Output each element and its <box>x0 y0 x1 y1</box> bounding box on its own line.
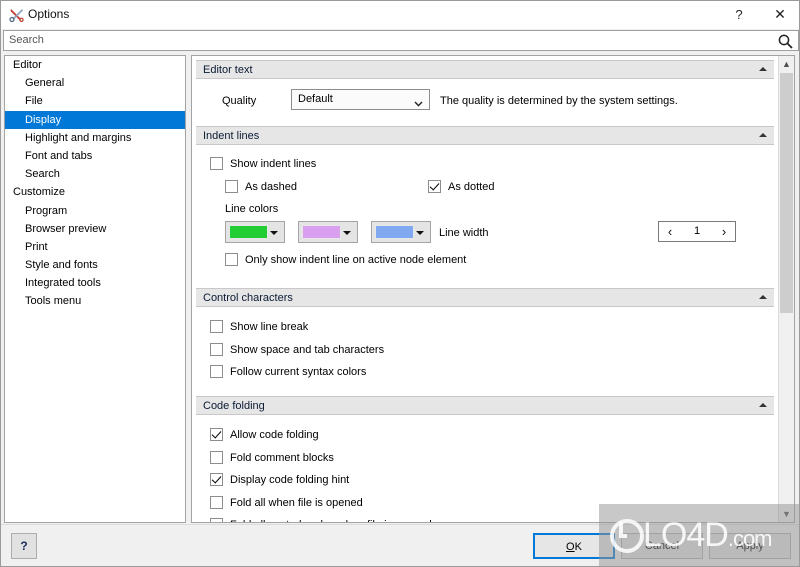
chevron-down-icon[interactable] <box>270 231 278 235</box>
tools-wrench-screwdriver-icon <box>8 6 26 24</box>
section-header-editor-text[interactable]: Editor text <box>196 60 774 79</box>
search-magnifier-icon[interactable] <box>777 33 794 50</box>
sidebar-item-customize[interactable]: Customize <box>5 183 185 201</box>
settings-content-inner: Editor text Quality Default The quality … <box>192 56 778 522</box>
color-picker-2[interactable] <box>298 221 358 243</box>
sidebar-item-search[interactable]: Search <box>5 165 185 183</box>
checkbox-as-dotted[interactable] <box>428 180 441 193</box>
dialog-footer: ? OK Cancel Apply <box>1 524 799 566</box>
sidebar-item-style-and-fonts[interactable]: Style and fonts <box>5 256 185 274</box>
label-fold-comment-blocks: Fold comment blocks <box>230 452 334 464</box>
section-header-code-folding[interactable]: Code folding <box>196 396 774 415</box>
label-fold-all-on-open: Fold all when file is opened <box>230 497 363 509</box>
ok-rest: K <box>574 541 582 553</box>
cancel-button[interactable]: Cancel <box>621 533 703 559</box>
chevron-up-icon[interactable] <box>759 133 767 137</box>
checkbox-show-space-tab[interactable] <box>210 343 223 356</box>
section-header-indent-lines[interactable]: Indent lines <box>196 126 774 145</box>
sidebar-item-font-and-tabs[interactable]: Font and tabs <box>5 147 185 165</box>
chevron-up-icon[interactable] <box>759 67 767 71</box>
title-bar: Options ? ✕ <box>1 1 799 29</box>
apply-button[interactable]: Apply <box>709 533 791 559</box>
stepper-increment-icon[interactable]: › <box>716 224 732 239</box>
checkbox-only-active-node[interactable] <box>225 253 238 266</box>
section-title: Control characters <box>203 292 293 304</box>
checkbox-as-dashed[interactable] <box>225 180 238 193</box>
window-title: Options <box>28 7 70 21</box>
label-follow-syntax-colors: Follow current syntax colors <box>230 366 367 378</box>
options-dialog: Options ? ✕ EditorGeneralFileDisplayHigh… <box>0 0 800 567</box>
label-show-indent-lines: Show indent lines <box>230 158 317 170</box>
color-swatch-1 <box>229 225 268 239</box>
label-allow-code-folding: Allow code folding <box>230 429 319 441</box>
titlebar-help-button[interactable]: ? <box>717 1 761 28</box>
checkbox-fold-comment-blocks[interactable] <box>210 451 223 464</box>
label-line-colors: Line colors <box>225 203 279 215</box>
section-title: Editor text <box>203 64 253 76</box>
line-width-stepper[interactable]: ‹ 1 › <box>658 221 736 242</box>
section-title: Code folding <box>203 400 265 412</box>
indent-lines-body: Show indent lines As dashed As dotted Li… <box>192 145 778 288</box>
scroll-down-icon[interactable]: ▼ <box>779 506 794 522</box>
sidebar-item-integrated-tools[interactable]: Integrated tools <box>5 274 185 292</box>
sidebar-item-browser-preview[interactable]: Browser preview <box>5 220 185 238</box>
chevron-up-icon[interactable] <box>759 295 767 299</box>
sidebar-item-program[interactable]: Program <box>5 202 185 220</box>
sidebar-item-file[interactable]: File <box>5 92 185 110</box>
quality-label: Quality <box>222 95 257 107</box>
section-title: Indent lines <box>203 130 260 142</box>
label-display-folding-hint: Display code folding hint <box>230 474 350 486</box>
footer-help-button[interactable]: ? <box>11 533 37 559</box>
checkbox-allow-code-folding[interactable] <box>210 428 223 441</box>
checkbox-fold-nested-on-open[interactable] <box>210 518 223 522</box>
color-picker-1[interactable] <box>225 221 285 243</box>
label-show-space-tab: Show space and tab characters <box>230 344 385 356</box>
color-swatch-3 <box>375 225 414 239</box>
sidebar-item-general[interactable]: General <box>5 74 185 92</box>
color-picker-3[interactable] <box>371 221 431 243</box>
label-as-dotted: As dotted <box>448 181 495 193</box>
settings-content-pane: Editor text Quality Default The quality … <box>191 55 795 523</box>
section-header-control-characters[interactable]: Control characters <box>196 288 774 307</box>
search-input[interactable] <box>9 34 749 46</box>
label-line-width: Line width <box>439 227 489 239</box>
sidebar-item-highlight-and-margins[interactable]: Highlight and margins <box>5 129 185 147</box>
ok-accel: O <box>566 541 575 553</box>
sidebar-item-editor[interactable]: Editor <box>5 56 185 74</box>
scroll-up-icon[interactable]: ▲ <box>779 56 794 72</box>
scrollbar-thumb[interactable] <box>780 73 793 313</box>
checkbox-display-folding-hint[interactable] <box>210 473 223 486</box>
chevron-down-icon[interactable] <box>416 231 424 235</box>
search-bar[interactable] <box>3 30 799 51</box>
label-show-line-break: Show line break <box>230 321 309 333</box>
checkbox-show-indent-lines[interactable] <box>210 157 223 170</box>
sidebar-item-display[interactable]: Display <box>5 110 185 129</box>
code-folding-body: Allow code folding Fold comment blocks D… <box>192 415 778 522</box>
checkbox-fold-all-on-open[interactable] <box>210 496 223 509</box>
chevron-down-icon[interactable] <box>414 98 423 107</box>
content-scrollbar[interactable]: ▲ ▼ <box>778 56 794 522</box>
close-icon[interactable]: ✕ <box>758 1 799 28</box>
label-fold-nested-on-open: Fold all nested nodes when file is opene… <box>230 519 432 522</box>
checkbox-follow-syntax-colors[interactable] <box>210 365 223 378</box>
sidebar-item-print[interactable]: Print <box>5 238 185 256</box>
chevron-down-icon[interactable] <box>343 231 351 235</box>
label-as-dashed: As dashed <box>245 181 297 193</box>
checkbox-show-line-break[interactable] <box>210 320 223 333</box>
settings-tree[interactable]: Editor General File Display Highlight and ma… <box>4 55 186 523</box>
color-swatch-2 <box>302 225 341 239</box>
ok-button[interactable]: OK <box>533 533 615 559</box>
control-characters-body: Show line break Show space and tab chara… <box>192 307 778 396</box>
label-only-active-node: Only show indent line on active node ele… <box>245 254 467 266</box>
quality-select[interactable]: Default <box>291 89 430 110</box>
quality-select-value: Default <box>298 93 333 105</box>
editor-text-body: Quality Default The quality is determine… <box>192 79 778 126</box>
sidebar-item-tools-menu[interactable]: Tools menu <box>5 292 185 310</box>
quality-hint: The quality is determined by the system … <box>440 95 678 107</box>
chevron-up-icon[interactable] <box>759 403 767 407</box>
